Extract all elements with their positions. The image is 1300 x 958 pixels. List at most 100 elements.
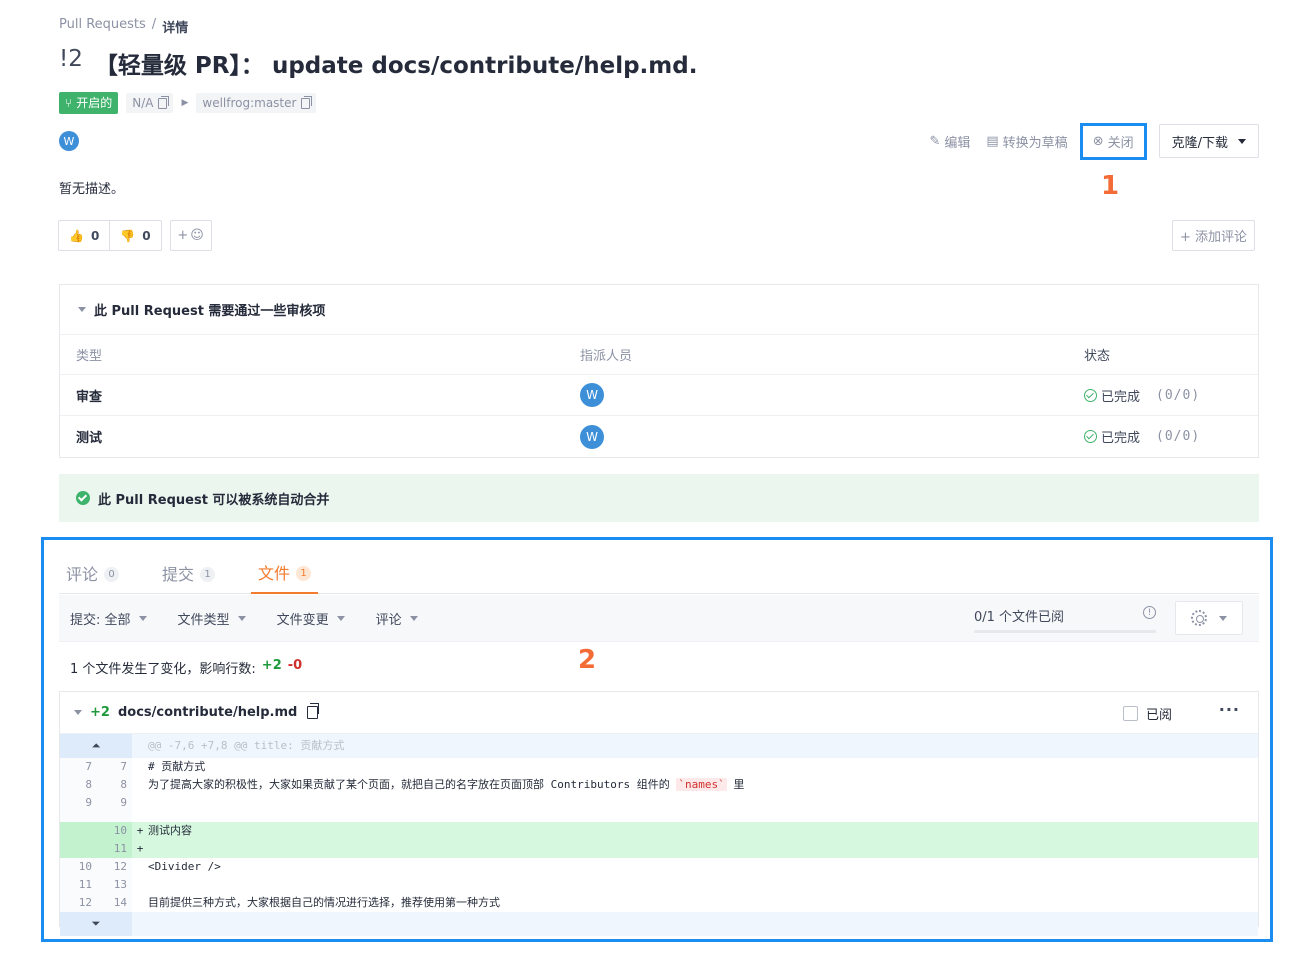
tab-label: 文件 xyxy=(258,564,291,583)
tab-commits[interactable]: 提交 1 xyxy=(155,552,222,594)
file-change-filter[interactable]: 文件变更 xyxy=(277,609,345,628)
chevron-down-icon xyxy=(78,307,86,312)
pr-tabs: 评论 0 提交 1 文件 1 xyxy=(59,552,1259,594)
close-label: 关闭 xyxy=(1107,135,1134,151)
expand-up-icon[interactable]: ⏶ xyxy=(60,734,132,758)
file-path[interactable]: docs/contribute/help.md xyxy=(118,705,297,720)
review-count: (0/0) xyxy=(1156,429,1201,444)
thumbs-up-button[interactable]: 👍 0 xyxy=(59,221,109,250)
diff-line: 10 12 <Divider /> xyxy=(60,858,1258,876)
edit-label: 编辑 xyxy=(944,135,971,151)
diff-line: 7 7 # 贡献方式 xyxy=(60,758,1258,776)
diff-line-added: 11 + xyxy=(60,840,1258,858)
copy-icon[interactable] xyxy=(158,95,170,109)
old-line-number xyxy=(60,822,96,840)
diff-line-spacer xyxy=(60,812,1258,822)
review-header[interactable]: 此 Pull Request 需要通过一些审核项 xyxy=(60,285,1258,335)
viewed-checkbox[interactable]: 已阅 xyxy=(1122,704,1172,723)
add-emoji-button[interactable]: + ☺ xyxy=(169,220,212,251)
chevron-down-icon[interactable] xyxy=(74,710,82,715)
thumbs-down-button[interactable]: 👎 0 xyxy=(109,221,160,250)
hunk-footer: ⏷ xyxy=(60,912,1258,936)
info-icon[interactable]: ! xyxy=(1143,606,1156,619)
review-assignee: W xyxy=(580,383,1084,407)
column-status: 状态 xyxy=(1084,349,1111,364)
diff-line: 9 9 xyxy=(60,794,1258,812)
new-line-number: 9 xyxy=(96,794,132,812)
breadcrumb-current: 详情 xyxy=(162,21,189,36)
pr-description: 暂无描述。 xyxy=(59,182,125,197)
file-type-filter[interactable]: 文件类型 xyxy=(178,609,246,628)
convert-draft-button[interactable]: ▤ 转换为草稿 xyxy=(986,132,1067,151)
tab-comments[interactable]: 评论 0 xyxy=(59,552,126,594)
code-text: # 贡献方式 xyxy=(148,760,206,773)
more-icon[interactable]: ··· xyxy=(1219,700,1240,719)
column-type: 类型 xyxy=(76,349,103,364)
thumbs-down-count: 0 xyxy=(142,228,151,243)
author-avatar[interactable]: W xyxy=(59,131,79,151)
edit-button[interactable]: ✎ 编辑 xyxy=(929,132,970,151)
old-line-number: 10 xyxy=(60,858,96,876)
code-text: <Divider /> xyxy=(148,860,221,873)
check-circle-icon xyxy=(1084,388,1097,402)
new-line-number: 12 xyxy=(96,858,132,876)
comment-filter-label: 评论 xyxy=(375,612,402,628)
add-emoji-plus: + xyxy=(177,228,189,243)
annotation-number-1: 1 xyxy=(1101,171,1120,201)
code-text: 目前提供三种方式，大家根据自己的情况进行选择，推荐使用第一种方式 xyxy=(148,896,500,909)
files-viewed-progress: 0/1 个文件已阅 ! xyxy=(974,606,1156,633)
close-pr-button[interactable]: ⊗ 关闭 xyxy=(1079,122,1147,160)
chevron-down-icon xyxy=(409,615,418,621)
review-heading: 此 Pull Request 需要通过一些审核项 xyxy=(94,304,326,319)
tab-count: 0 xyxy=(104,567,120,582)
review-row: 测试 W 已完成 (0/0) xyxy=(60,416,1258,457)
new-line-number: 13 xyxy=(96,876,132,894)
tab-count: 1 xyxy=(296,566,312,581)
breadcrumb-root-link[interactable]: Pull Requests xyxy=(59,17,146,36)
convert-draft-label: 转换为草稿 xyxy=(1002,135,1068,151)
old-line-number: 7 xyxy=(60,758,96,776)
diff-sign xyxy=(132,776,148,794)
summary-added: +2 xyxy=(261,658,282,673)
old-line-number: 12 xyxy=(60,894,96,912)
review-columns: 类型 指派人员 状态 xyxy=(60,335,1258,375)
draft-icon: ▤ xyxy=(986,133,999,149)
checkbox[interactable] xyxy=(1122,706,1138,721)
hunk-text: @@ -7,6 +7,8 @@ title: 贡献方式 xyxy=(148,739,345,752)
annotation-number-2: 2 xyxy=(578,645,597,675)
tab-label: 评论 xyxy=(66,565,99,584)
reaction-group: 👍 0 👎 0 xyxy=(58,220,162,251)
copy-icon[interactable] xyxy=(301,95,313,109)
avatar[interactable]: W xyxy=(580,424,604,449)
close-circle-icon: ⊗ xyxy=(1092,133,1104,149)
comment-filter[interactable]: 评论 xyxy=(376,609,418,628)
commit-filter[interactable]: 提交: 全部 xyxy=(70,609,147,628)
file-change-label: 文件变更 xyxy=(276,612,329,628)
viewed-label: 已阅 xyxy=(1145,708,1172,723)
new-line-number: 10 xyxy=(96,822,132,840)
pull-request-icon: ⑂ xyxy=(65,96,73,110)
diff-sign: + xyxy=(136,842,144,855)
pr-meta: ⑂ 开启的 N/A ▶ wellfrog:master xyxy=(59,92,317,114)
add-comment-button[interactable]: + 添加评论 xyxy=(1171,220,1255,251)
source-branch-label: N/A xyxy=(132,96,154,110)
files-viewed-label: 0/1 个文件已阅 xyxy=(974,610,1065,625)
reactions: 👍 0 👎 0 + ☺ xyxy=(58,220,212,251)
diff-sign xyxy=(132,794,148,812)
avatar[interactable]: W xyxy=(580,383,604,407)
diff-settings-button[interactable] xyxy=(1175,601,1243,635)
review-status: 已完成 (0/0) xyxy=(1084,427,1200,446)
code-text-post: 里 xyxy=(726,778,745,791)
tab-count: 1 xyxy=(200,567,216,582)
hunk-header: ⏶ @@ -7,6 +7,8 @@ title: 贡献方式 xyxy=(60,734,1258,758)
code-text: 为了提高大家的积极性，大家如果贡献了某个页面，就把自己的名字放在页面顶部 Con… xyxy=(148,776,1258,794)
diff-line: 12 14 目前提供三种方式，大家根据自己的情况进行选择，推荐使用第一种方式 xyxy=(60,894,1258,912)
file-type-label: 文件类型 xyxy=(177,612,230,628)
expand-down-icon[interactable]: ⏷ xyxy=(60,912,132,936)
gear-icon xyxy=(1191,610,1207,626)
clone-download-button[interactable]: 克隆/下载 xyxy=(1158,124,1259,158)
copy-icon[interactable] xyxy=(307,703,320,719)
tab-files[interactable]: 文件 1 xyxy=(251,552,319,594)
